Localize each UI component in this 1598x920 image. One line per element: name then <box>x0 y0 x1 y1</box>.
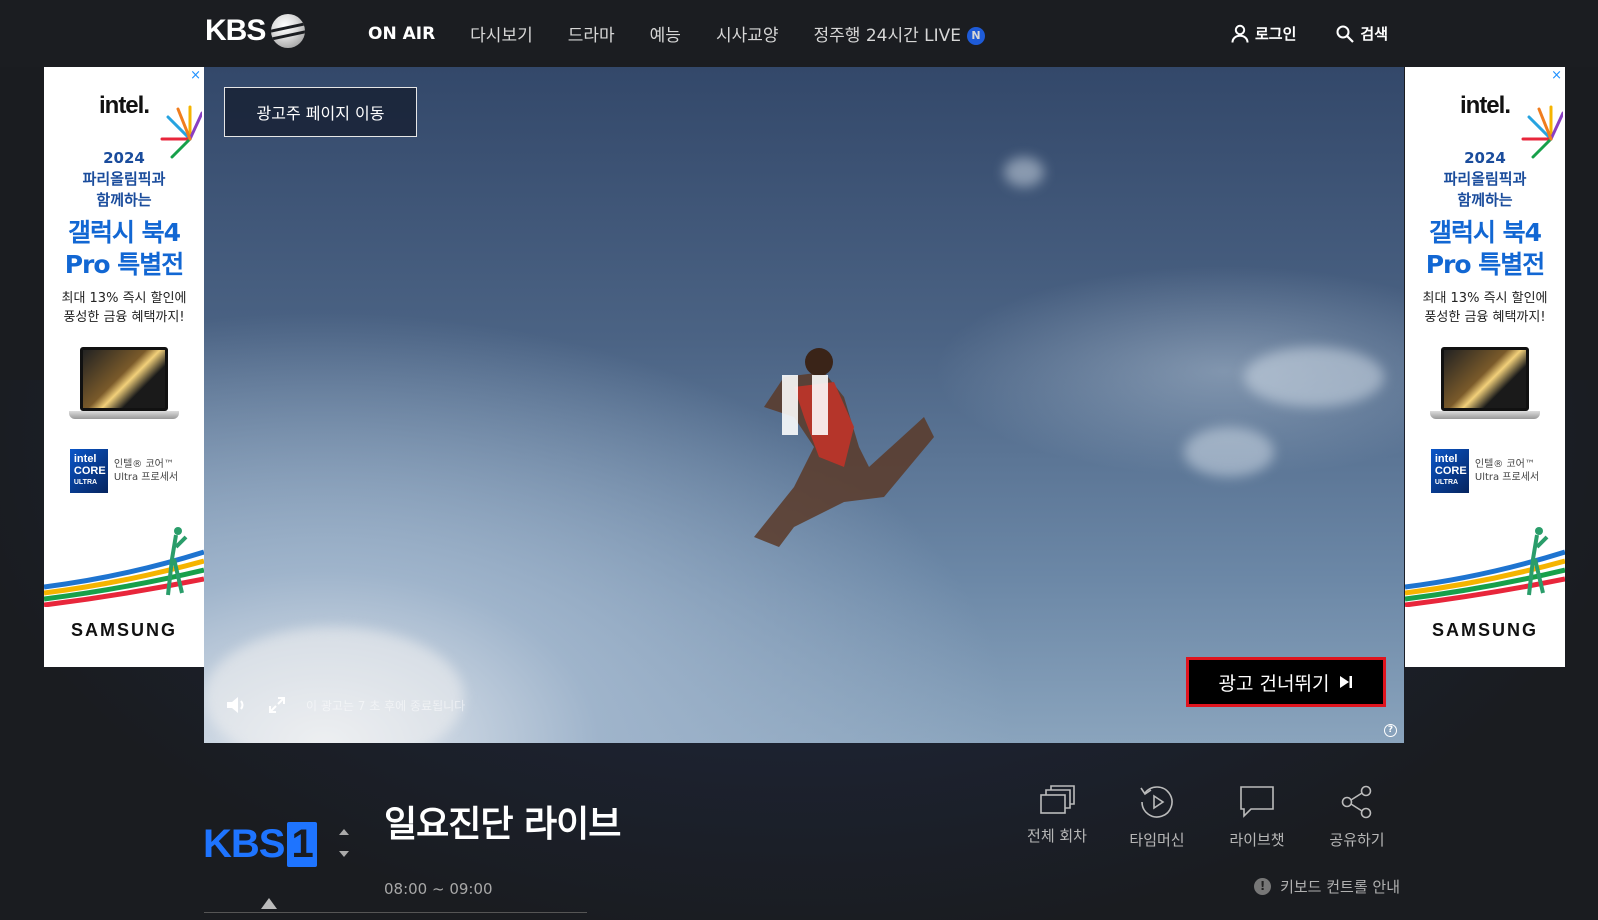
search-button[interactable]: 검색 <box>1336 23 1388 44</box>
chip-badge-line2: CORE <box>1434 465 1467 477</box>
search-label: 검색 <box>1360 25 1388 43</box>
help-icon[interactable]: ? <box>1384 724 1397 737</box>
login-label: 로그인 <box>1254 25 1297 43</box>
video-frame-person <box>754 348 934 547</box>
ad-countdown: 이 광고는 7 초 후에 종료됩니다 <box>306 698 466 713</box>
ad-line1: 파리올림픽과 <box>82 170 166 188</box>
timemachine-icon <box>1140 786 1173 818</box>
laptop-image <box>1430 347 1540 429</box>
kbs-logo[interactable]: KBS <box>205 14 306 48</box>
all-episodes-button[interactable]: 전체 회차 <box>1018 785 1096 850</box>
advertiser-page-button[interactable]: 광고주 페이지 이동 <box>224 87 417 137</box>
golfer-image <box>166 527 188 596</box>
samsung-logo: SAMSUNG <box>1431 620 1538 640</box>
nav-entertainment[interactable]: 예능 <box>650 21 681 46</box>
ad-line2: 함께하는 <box>1457 191 1513 209</box>
chip-badge-line1: intel <box>73 453 97 465</box>
cloud <box>1184 427 1274 477</box>
main-nav: ON AIR 다시보기 드라마 예능 시사교양 정주행 24시간 LIVE N <box>368 0 985 67</box>
channel-switch-icon[interactable] <box>338 826 350 860</box>
chip-text-line2: Ultra 프로세서 <box>1474 472 1540 483</box>
channel-logo-text: KBS <box>203 822 285 866</box>
cloud <box>204 627 464 743</box>
chip-badge-line3: ULTRA <box>1434 479 1459 486</box>
globe-icon <box>271 14 306 48</box>
top-header: KBS ON AIR 다시보기 드라마 예능 시사교양 정주행 24시간 LIV… <box>0 0 1598 67</box>
info-icon: ! <box>1254 878 1272 895</box>
share-icon <box>1341 785 1372 819</box>
ad-close-icon[interactable]: × <box>190 68 201 83</box>
nav-24h-live-label: 정주행 24시간 LIVE <box>813 26 962 46</box>
cloud <box>1004 157 1044 187</box>
chat-icon <box>1240 786 1274 818</box>
timemachine-button[interactable]: 타임머신 <box>1118 785 1196 850</box>
chip-text-line2: Ultra 프로세서 <box>113 472 179 483</box>
ad-headline1: 갤럭시 북4 <box>1428 218 1542 247</box>
samsung-logo: SAMSUNG <box>70 620 177 640</box>
skip-ad-label: 광고 건너뛰기 <box>1218 672 1330 695</box>
nav-onair[interactable]: ON AIR <box>368 24 435 44</box>
share-label: 공유하기 <box>1329 831 1385 849</box>
intel-chip-badge: intel CORE ULTRA 인텔® 코어™ Ultra 프로세서 <box>44 449 204 493</box>
header-actions: 로그인 검색 <box>1231 0 1388 67</box>
ad-line2: 함께하는 <box>96 191 152 209</box>
user-icon <box>1231 24 1249 43</box>
chip-text-line1: 인텔® 코어™ <box>1474 459 1535 470</box>
volume-icon[interactable] <box>226 695 248 715</box>
timemachine-label: 타임머신 <box>1129 831 1185 849</box>
nav-replay[interactable]: 다시보기 <box>470 21 533 46</box>
ad-headline1: 갤럭시 북4 <box>67 218 181 247</box>
ad-desc2: 풍성한 금융 혜택까지! <box>63 310 185 325</box>
divider <box>204 912 587 913</box>
ad-close-icon[interactable]: × <box>1551 68 1562 83</box>
chip-badge-line1: intel <box>1434 453 1458 465</box>
channel-number: 1 <box>287 822 317 867</box>
burst-icon <box>160 105 202 159</box>
nav-24h-live[interactable]: 정주행 24시간 LIVE N <box>813 21 985 46</box>
program-time: 08:00 ~ 09:00 <box>384 880 493 898</box>
nav-drama[interactable]: 드라마 <box>568 21 615 46</box>
nav-current-affairs[interactable]: 시사교양 <box>716 21 779 46</box>
side-ad-right[interactable]: × intel. 2024 파리올림픽과 함께하는 갤럭시 북4 Pro 특별전 최대… <box>1405 67 1565 667</box>
keyboard-guide-link[interactable]: ! 키보드 컨트롤 안내 <box>1254 876 1400 897</box>
chip-badge-line3: ULTRA <box>73 479 98 486</box>
livechat-label: 라이브챗 <box>1229 831 1285 849</box>
keyboard-guide-label: 키보드 컨트롤 안내 <box>1280 878 1400 896</box>
golfer-image <box>1527 527 1549 596</box>
program-actions: 전체 회차 타임머신 라이브챗 공유하기 <box>1018 785 1396 850</box>
share-button[interactable]: 공유하기 <box>1318 785 1396 850</box>
skip-ad-button[interactable]: 광고 건너뛰기 <box>1186 657 1386 707</box>
episodes-icon <box>1040 785 1075 814</box>
video-player[interactable]: 광고주 페이지 이동 광고 건너뛰기 이 광고는 7 초 후에 종료됩니다 ? <box>204 67 1404 743</box>
new-badge: N <box>967 27 985 45</box>
chip-text-line1: 인텔® 코어™ <box>113 459 174 470</box>
ad-desc1: 최대 13% 즉시 할인에 <box>1422 291 1548 306</box>
skip-next-icon <box>1340 676 1353 688</box>
chip-badge-line2: CORE <box>73 465 106 477</box>
ad-headline2: Pro 특별전 <box>64 250 185 279</box>
caret-up-icon <box>261 898 277 909</box>
laptop-image <box>69 347 179 429</box>
ad-desc1: 최대 13% 즉시 할인에 <box>61 291 187 306</box>
livechat-button[interactable]: 라이브챗 <box>1218 785 1296 850</box>
pause-icon[interactable] <box>782 375 828 435</box>
ad-headline2: Pro 특별전 <box>1425 250 1546 279</box>
program-title: 일요진단 라이브 <box>384 804 621 845</box>
login-button[interactable]: 로그인 <box>1231 23 1296 44</box>
search-icon <box>1336 25 1355 43</box>
side-ad-left[interactable]: × intel. 2024 파리올림픽과 함께하는 갤럭시 북4 Pro 특별전 최대… <box>44 67 204 667</box>
ad-desc2: 풍성한 금융 혜택까지! <box>1424 310 1546 325</box>
burst-icon <box>1521 105 1563 159</box>
intel-chip-badge: intel CORE ULTRA 인텔® 코어™ Ultra 프로세서 <box>1405 449 1565 493</box>
fullscreen-icon[interactable] <box>268 696 286 714</box>
cloud <box>1244 347 1384 407</box>
player-controls: 이 광고는 7 초 후에 종료됩니다 <box>226 695 465 715</box>
ad-line1: 파리올림픽과 <box>1443 170 1527 188</box>
all-episodes-label: 전체 회차 <box>1027 827 1087 845</box>
channel-logo[interactable]: KBS 1 <box>203 822 317 867</box>
